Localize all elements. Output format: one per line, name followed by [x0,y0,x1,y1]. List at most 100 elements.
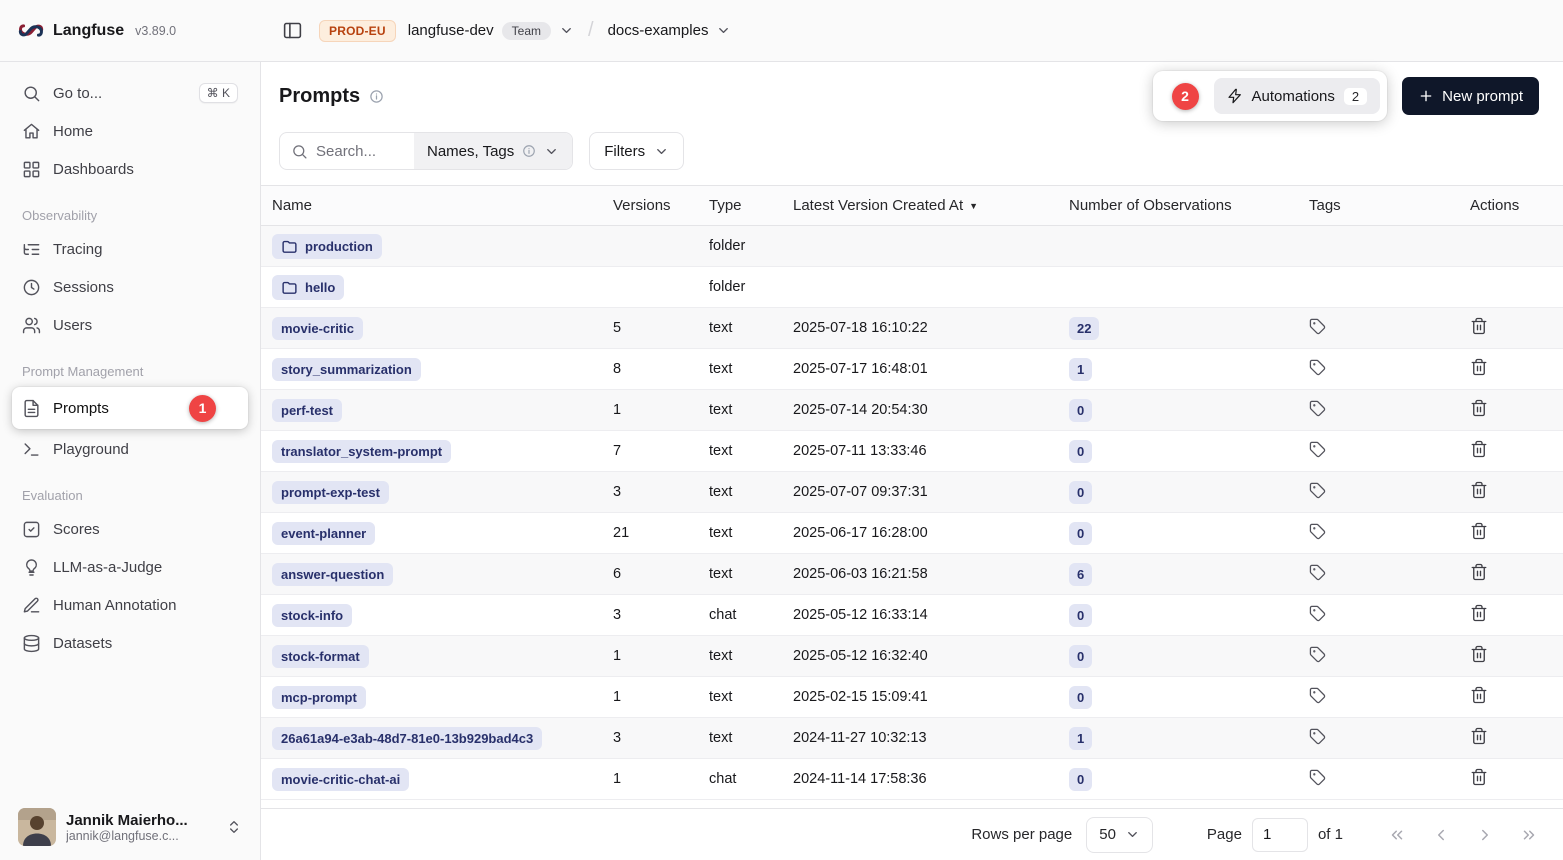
column-header-created[interactable]: Latest Version Created At ▼ [782,197,1058,214]
prompt-link[interactable]: prompt-exp-test [272,481,389,504]
first-page-button[interactable] [1383,821,1411,849]
tag-icon[interactable] [1309,605,1326,622]
observations-count-badge[interactable]: 1 [1069,727,1092,750]
tag-icon[interactable] [1309,482,1326,499]
prompt-link[interactable]: movie-critic-chat-ai [272,768,409,791]
table-row[interactable]: prompt-exp-test3text2025-07-07 09:37:310 [261,472,1563,513]
table-row[interactable]: movie-critic5text2025-07-18 16:10:2222 [261,308,1563,349]
sidebar-toggle-icon[interactable] [277,16,307,46]
delete-prompt-button[interactable] [1470,727,1488,745]
prompt-link[interactable]: answer-question [272,563,393,586]
sidebar-item-dashboards[interactable]: Dashboards [12,150,248,188]
info-icon[interactable] [369,89,384,104]
filters-button[interactable]: Filters [589,132,684,170]
search-scope-button[interactable]: Names, Tags [414,133,572,169]
observations-count-badge[interactable]: 0 [1069,522,1092,545]
delete-prompt-button[interactable] [1470,399,1488,417]
sidebar-item-datasets[interactable]: Datasets [12,624,248,662]
tag-icon[interactable] [1309,359,1326,376]
table-row[interactable]: answer-question6text2025-06-03 16:21:586 [261,554,1563,595]
sidebar-item-human-annotation[interactable]: Human Annotation [12,586,248,624]
observations-count-badge[interactable]: 0 [1069,768,1092,791]
prompt-link[interactable]: story_summarization [272,358,421,381]
tag-icon[interactable] [1309,400,1326,417]
tag-icon[interactable] [1309,441,1326,458]
automations-button[interactable]: Automations 2 [1214,78,1381,114]
sidebar-item-scores[interactable]: Scores [12,510,248,548]
org-selector[interactable]: langfuse-dev Team [408,22,574,40]
observations-count-badge[interactable]: 0 [1069,481,1092,504]
tags-cell [1298,646,1448,667]
delete-prompt-button[interactable] [1470,645,1488,663]
delete-prompt-button[interactable] [1470,317,1488,335]
folder-link[interactable]: production [272,234,382,259]
prompt-link[interactable]: stock-info [272,604,352,627]
tag-icon[interactable] [1309,646,1326,663]
rows-per-page-label: Rows per page [971,826,1072,843]
folder-link[interactable]: hello [272,275,344,300]
observations-count-badge[interactable]: 0 [1069,686,1092,709]
table-row[interactable]: translator_system-prompt7text2025-07-11 … [261,431,1563,472]
prompts-table-body: productionfolderhellofoldermovie-critic5… [261,226,1563,808]
delete-prompt-button[interactable] [1470,768,1488,786]
tag-icon[interactable] [1309,728,1326,745]
next-page-button[interactable] [1471,821,1499,849]
toolbar: Names, Tags Filters [261,126,1563,185]
prompt-link[interactable]: mcp-prompt [272,686,366,709]
delete-prompt-button[interactable] [1470,522,1488,540]
delete-prompt-button[interactable] [1470,604,1488,622]
observations-count-badge[interactable]: 0 [1069,604,1092,627]
sidebar-item-users[interactable]: Users [12,306,248,344]
observations-count-badge[interactable]: 0 [1069,645,1092,668]
table-row[interactable]: event-planner21text2025-06-17 16:28:000 [261,513,1563,554]
delete-prompt-button[interactable] [1470,440,1488,458]
sidebar-item-playground[interactable]: Playground [12,430,248,468]
observations-count-badge[interactable]: 1 [1069,358,1092,381]
page-number-input[interactable] [1252,818,1308,852]
search-input[interactable] [316,143,408,160]
prompt-link[interactable]: translator_system-prompt [272,440,451,463]
table-row[interactable]: perf-test1text2025-07-14 20:54:300 [261,390,1563,431]
table-row[interactable]: story_summarization8text2025-07-17 16:48… [261,349,1563,390]
tag-icon[interactable] [1309,687,1326,704]
sidebar-item-label: Prompts [53,400,109,417]
user-menu[interactable]: Jannik Maierho... jannik@langfuse.c... [12,796,248,860]
tag-icon[interactable] [1309,523,1326,540]
prompt-link[interactable]: movie-critic [272,317,363,340]
tag-icon[interactable] [1309,564,1326,581]
new-prompt-button[interactable]: New prompt [1402,77,1539,115]
prompt-link[interactable]: event-planner [272,522,375,545]
table-row[interactable]: mcp-prompt1text2025-02-15 15:09:410 [261,677,1563,718]
delete-prompt-button[interactable] [1470,563,1488,581]
table-row[interactable]: productionfolder [261,226,1563,267]
observations-count-badge[interactable]: 0 [1069,440,1092,463]
project-selector[interactable]: docs-examples [608,22,732,39]
delete-prompt-button[interactable] [1470,686,1488,704]
sidebar-item-sessions[interactable]: Sessions [12,268,248,306]
table-row[interactable]: stock-format1text2025-05-12 16:32:400 [261,636,1563,677]
delete-prompt-button[interactable] [1470,358,1488,376]
prompt-link[interactable]: 26a61a94-e3ab-48d7-81e0-13b929bad4c3 [272,727,542,750]
sidebar-item-tracing[interactable]: Tracing [12,230,248,268]
table-row[interactable]: movie-critic-chat-ai1chat2024-11-14 17:5… [261,759,1563,800]
prompt-link[interactable]: perf-test [272,399,342,422]
name-cell: prompt-exp-test [261,481,602,504]
table-row[interactable]: stock-info3chat2025-05-12 16:33:140 [261,595,1563,636]
tag-icon[interactable] [1309,318,1326,335]
table-row[interactable]: 26a61a94-e3ab-48d7-81e0-13b929bad4c33tex… [261,718,1563,759]
chevron-down-icon [544,144,559,159]
last-page-button[interactable] [1515,821,1543,849]
observations-count-badge[interactable]: 22 [1069,317,1099,340]
rows-per-page-select[interactable]: 50 [1086,817,1153,853]
previous-page-button[interactable] [1427,821,1455,849]
delete-prompt-button[interactable] [1470,481,1488,499]
table-row[interactable]: hellofolder [261,267,1563,308]
sidebar-item-prompts[interactable]: Prompts 1 [12,387,248,429]
observations-count-badge[interactable]: 6 [1069,563,1092,586]
goto-search[interactable]: Go to... ⌘ K [12,74,248,112]
prompt-link[interactable]: stock-format [272,645,369,668]
tag-icon[interactable] [1309,769,1326,786]
sidebar-item-llm-judge[interactable]: LLM-as-a-Judge [12,548,248,586]
observations-count-badge[interactable]: 0 [1069,399,1092,422]
sidebar-item-home[interactable]: Home [12,112,248,150]
